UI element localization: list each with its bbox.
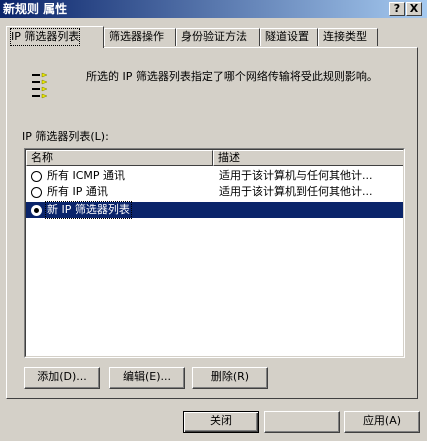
column-header-description[interactable]: 描述 (213, 150, 403, 166)
window-title: 新规则 属性 (3, 2, 68, 16)
tab-label: 连接类型 (323, 30, 367, 43)
cancel-button[interactable] (264, 411, 340, 433)
close-button[interactable]: 关闭 (183, 411, 259, 433)
title-bar[interactable]: 新规则 属性 ? X (0, 0, 427, 18)
tab-label: IP 筛选器列表 (9, 28, 81, 46)
radio-button-checked[interactable] (31, 205, 42, 216)
tab-label: 隧道设置 (265, 30, 309, 43)
column-header-name[interactable]: 名称 (26, 150, 213, 166)
filter-listbox[interactable]: 名称 描述 所有 ICMP 通讯 适用于该计算机与任何其他计... 所有 IP … (24, 148, 405, 358)
filter-list-icon (32, 72, 48, 99)
tab-ip-filter-list[interactable]: IP 筛选器列表 (6, 26, 104, 48)
item-description: 适用于该计算机到任何其他计... (219, 185, 373, 198)
item-name: 所有 IP 通讯 (47, 185, 108, 198)
tab-filter-action[interactable]: 筛选器操作 (104, 28, 176, 46)
tab-label: 筛选器操作 (109, 30, 164, 43)
radio-button[interactable] (31, 187, 42, 198)
item-description: 适用于该计算机与任何其他计... (219, 169, 373, 182)
description-text: 所选的 IP 筛选器列表指定了哪个网络传输将受此规则影响。 (86, 70, 378, 83)
edit-button[interactable]: 编辑(E)... (109, 367, 185, 389)
close-window-button[interactable]: X (406, 2, 422, 16)
tab-label: 身份验证方法 (181, 30, 247, 43)
list-item[interactable]: 所有 ICMP 通讯 适用于该计算机与任何其他计... (26, 168, 403, 184)
tab-auth-methods[interactable]: 身份验证方法 (176, 28, 260, 46)
list-item[interactable]: 所有 IP 通讯 适用于该计算机到任何其他计... (26, 184, 403, 200)
tab-tunnel-settings[interactable]: 隧道设置 (260, 28, 318, 46)
help-button[interactable]: ? (389, 2, 405, 16)
item-name: 所有 ICMP 通讯 (47, 169, 126, 182)
item-name: 新 IP 筛选器列表 (45, 201, 132, 219)
list-item-selected[interactable]: 新 IP 筛选器列表 (26, 201, 403, 219)
tab-connection-type[interactable]: 连接类型 (318, 28, 378, 46)
remove-button[interactable]: 删除(R) (192, 367, 268, 389)
filter-list-label: IP 筛选器列表(L): (22, 130, 109, 143)
add-button[interactable]: 添加(D)... (24, 367, 100, 389)
radio-button[interactable] (31, 171, 42, 182)
apply-button[interactable]: 应用(A) (344, 411, 420, 433)
